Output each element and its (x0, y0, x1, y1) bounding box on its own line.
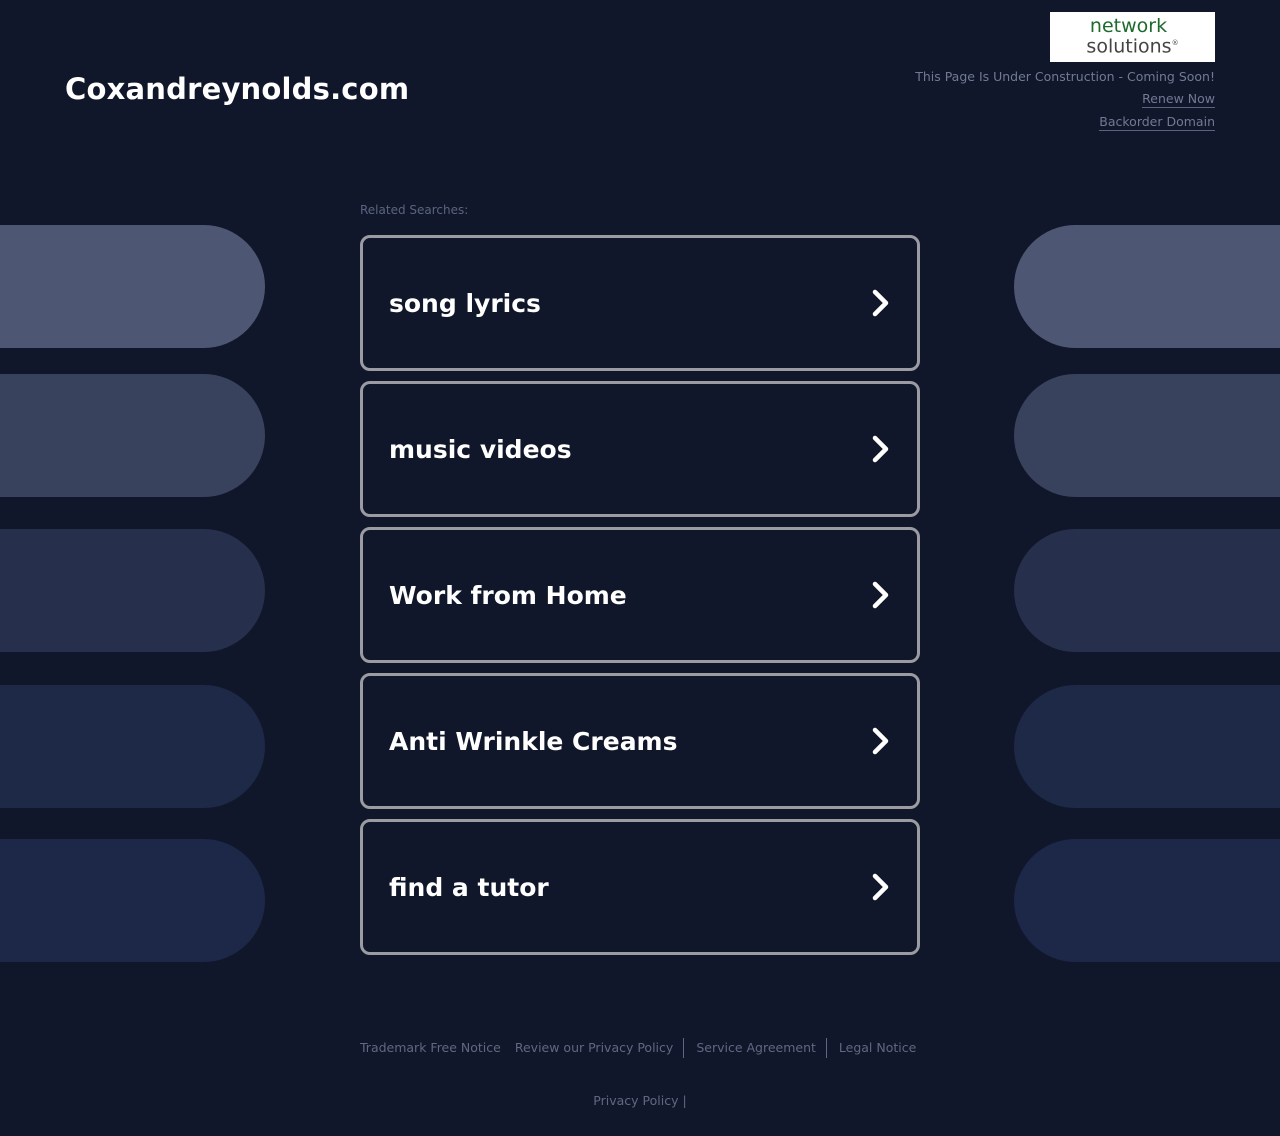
chevron-right-icon (872, 581, 889, 609)
related-search-item[interactable]: Anti Wrinkle Creams (360, 673, 920, 809)
logo-line-2-text: solutions (1086, 35, 1172, 58)
logo-line-2: solutions® (1086, 35, 1179, 58)
site-title: Coxandreynolds.com (65, 72, 410, 106)
decor-pill-left-3 (0, 529, 265, 652)
related-searches-label: Related Searches: (360, 203, 469, 217)
decor-pill-right-3 (1014, 529, 1280, 652)
footer-pipe: | (682, 1093, 687, 1108)
related-search-label: music videos (389, 434, 572, 464)
construction-notice: This Page Is Under Construction - Coming… (915, 69, 1215, 84)
chevron-right-icon (872, 873, 889, 901)
decor-pill-left-1 (0, 225, 265, 348)
service-agreement-link[interactable]: Service Agreement (696, 1040, 816, 1058)
related-search-item[interactable]: find a tutor (360, 819, 920, 955)
footer-links: Trademark Free Notice Review our Privacy… (360, 1038, 920, 1058)
related-search-item[interactable]: Work from Home (360, 527, 920, 663)
footer-divider (825, 1038, 827, 1058)
footer-divider (683, 1038, 685, 1058)
renew-now-link[interactable]: Renew Now (1142, 91, 1215, 108)
logo-line-1: network (1089, 15, 1168, 38)
trademark-free-notice-link[interactable]: Trademark Free Notice (360, 1040, 501, 1058)
chevron-right-icon (872, 435, 889, 463)
decor-pill-left-2 (0, 374, 265, 497)
related-search-label: Work from Home (389, 580, 627, 610)
domain-actions: This Page Is Under Construction - Coming… (915, 69, 1215, 135)
related-search-item[interactable]: song lyrics (360, 235, 920, 371)
related-search-label: song lyrics (389, 288, 541, 318)
related-search-label: find a tutor (389, 872, 549, 902)
privacy-policy-link[interactable]: Privacy Policy (593, 1093, 678, 1108)
review-privacy-policy-link[interactable]: Review our Privacy Policy (515, 1040, 673, 1058)
decor-pill-left-4 (0, 685, 265, 808)
chevron-right-icon (872, 727, 889, 755)
related-search-item[interactable]: music videos (360, 381, 920, 517)
backorder-domain-link[interactable]: Backorder Domain (1099, 114, 1215, 131)
registered-mark: ® (1171, 39, 1179, 48)
related-search-label: Anti Wrinkle Creams (389, 726, 678, 756)
decor-pill-right-1 (1014, 225, 1280, 348)
decor-pill-left-5 (0, 839, 265, 962)
network-solutions-logo[interactable]: network solutions® (1050, 12, 1215, 62)
legal-notice-link[interactable]: Legal Notice (839, 1040, 916, 1058)
chevron-right-icon (872, 289, 889, 317)
footer-secondary: Privacy Policy | (0, 1093, 1280, 1108)
decor-pill-right-5 (1014, 839, 1280, 962)
decor-pill-right-4 (1014, 685, 1280, 808)
decor-pill-right-2 (1014, 374, 1280, 497)
